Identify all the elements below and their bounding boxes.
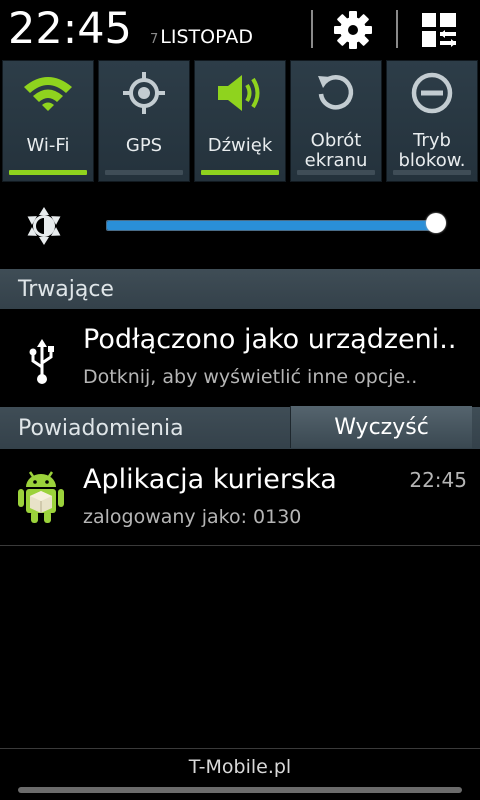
date-month: LISTOPAD: [160, 26, 253, 48]
gear-icon: [334, 11, 372, 49]
gps-icon: [99, 69, 189, 117]
clock: 22:45: [8, 4, 132, 54]
toggle-gps[interactable]: GPS: [98, 60, 190, 182]
date: 7 LISTOPAD: [150, 26, 253, 48]
quick-panel-edit-button[interactable]: [412, 6, 466, 54]
section-title: Trwające: [18, 277, 114, 302]
header-divider: [396, 10, 398, 48]
usb-notification[interactable]: Podłączono jako urządzeni.. Dotknij, aby…: [0, 309, 480, 405]
block-icon: [387, 69, 477, 117]
toggle-label: GPS: [125, 135, 163, 156]
carrier-label: T-Mobile.pl: [188, 756, 292, 778]
toggle-indicator: [393, 170, 471, 175]
notification-title: Aplikacja kurierska: [83, 464, 337, 495]
toggle-block-mode[interactable]: Tryb blokow.: [386, 60, 478, 182]
toggle-indicator: [105, 170, 183, 175]
speaker-icon: [195, 69, 285, 117]
panel-drag-handle[interactable]: [18, 787, 462, 793]
notification-time: 22:45: [409, 468, 467, 492]
toggle-label: Obrót ekranu: [291, 131, 381, 171]
ongoing-section-header: Trwające: [0, 269, 480, 309]
brightness-icon: [27, 207, 61, 245]
date-day: 7: [150, 32, 159, 47]
brightness-slider-knob[interactable]: [426, 213, 446, 233]
clear-button[interactable]: Wyczyść: [290, 406, 472, 448]
brightness-slider-fill: [107, 221, 437, 230]
toggle-label-line1: Obrót: [310, 130, 362, 151]
toggle-label-line1: Tryb: [413, 130, 451, 151]
brightness-slider[interactable]: [106, 220, 438, 231]
usb-icon: [29, 339, 54, 384]
header-divider: [311, 10, 313, 48]
status-header: 22:45 7 LISTOPAD: [0, 0, 480, 58]
brightness-row: [0, 186, 480, 266]
toggle-label-line2: ekranu: [304, 150, 368, 171]
section-title: Powiadomienia: [18, 416, 184, 441]
quick-panel-edit-icon: [422, 13, 456, 47]
toggle-label: Wi-Fi: [26, 135, 70, 156]
rotate-icon: [291, 69, 381, 117]
toggle-wifi[interactable]: Wi-Fi: [2, 60, 94, 182]
notification-title: Podłączono jako urządzeni..: [83, 324, 457, 355]
toggle-indicator: [297, 170, 375, 175]
toggle-indicator: [201, 170, 279, 175]
android-app-icon: [18, 471, 64, 523]
toggle-sound[interactable]: Dźwięk: [194, 60, 286, 182]
toggle-indicator: [9, 170, 87, 175]
courier-app-notification[interactable]: Aplikacja kurierska zalogowany jako: 013…: [0, 451, 480, 545]
toggle-label: Tryb blokow.: [387, 131, 477, 171]
wifi-icon: [3, 69, 93, 117]
notification-subtitle: Dotknij, aby wyświetlić inne opcje..: [83, 366, 418, 388]
quick-toggles: Wi-Fi GPS Dźwięk Obrót ekranu Tryb bloko…: [0, 58, 480, 184]
divider: [0, 748, 480, 749]
notification-subtitle: zalogowany jako: 0130: [83, 506, 302, 528]
divider: [0, 545, 480, 546]
toggle-label-line2: blokow.: [398, 150, 466, 171]
toggle-label: Dźwięk: [207, 135, 273, 156]
settings-button[interactable]: [326, 6, 380, 54]
toggle-rotation[interactable]: Obrót ekranu: [290, 60, 382, 182]
